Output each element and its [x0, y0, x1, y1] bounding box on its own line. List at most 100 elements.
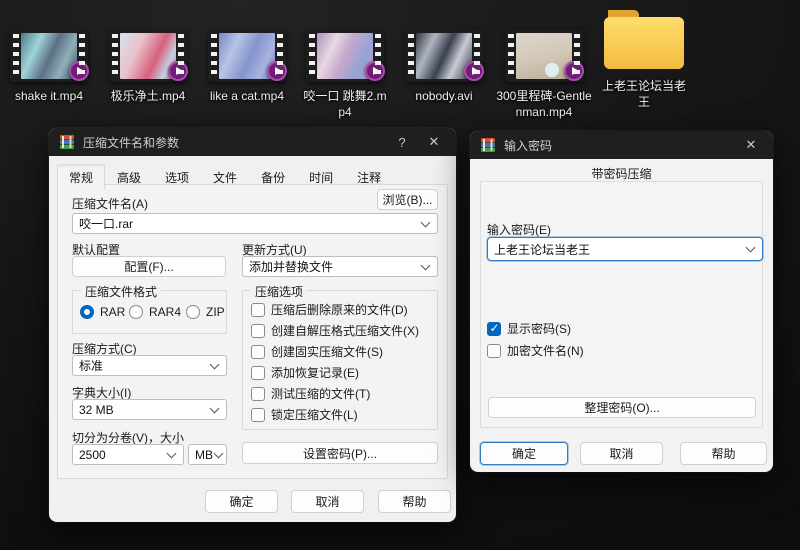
- help-button[interactable]: 帮助: [378, 490, 451, 513]
- play-badge-icon: [267, 61, 287, 81]
- tab-general[interactable]: 常规: [57, 164, 105, 189]
- close-icon[interactable]: ✕: [422, 134, 446, 150]
- checkbox-icon: [251, 387, 265, 401]
- radio-rar4[interactable]: RAR4: [129, 305, 181, 319]
- dictionary-size-value: 32 MB: [79, 403, 114, 417]
- organize-passwords-button[interactable]: 整理密码(O)...: [488, 397, 756, 418]
- desktop-file-nobody[interactable]: nobody.avi: [397, 30, 491, 105]
- checkbox-label: 压缩后删除原来的文件(D): [271, 301, 408, 318]
- video-thumbnail: [208, 30, 286, 82]
- password-dialog-titlebar[interactable]: 输入密码 ✕: [470, 131, 773, 159]
- dictionary-size-combobox[interactable]: 32 MB: [72, 399, 227, 420]
- archive-options-group: 压缩选项 压缩后删除原来的文件(D) 创建自解压格式压缩文件(X) 创建固实压缩…: [242, 290, 438, 430]
- checkbox-icon: [251, 324, 265, 338]
- checkbox-icon: [251, 303, 265, 317]
- checkbox-label: 显示密码(S): [507, 320, 571, 337]
- file-label: 极乐净土.mp4: [101, 89, 195, 105]
- ok-button[interactable]: 确定: [205, 490, 278, 513]
- checkbox-icon: [251, 366, 265, 380]
- update-mode-value: 添加并替换文件: [249, 258, 333, 275]
- split-size-combobox[interactable]: 2500: [72, 444, 184, 465]
- checkbox-delete-files[interactable]: 压缩后删除原来的文件(D): [251, 301, 408, 318]
- radio-dot-icon: [129, 305, 143, 319]
- desktop-file-like-a-cat[interactable]: like a cat.mp4: [200, 30, 294, 105]
- archive-format-group: 压缩文件格式 RAR RAR4 ZIP: [72, 290, 227, 334]
- chevron-down-icon: [421, 260, 431, 270]
- split-unit-value: MB: [195, 448, 213, 462]
- radio-rar[interactable]: RAR: [80, 305, 125, 319]
- chevron-down-icon: [746, 243, 756, 253]
- video-thumbnail: [109, 30, 187, 82]
- archive-options-legend: 压缩选项: [251, 283, 307, 300]
- archive-name-combobox[interactable]: 咬一口.rar: [72, 213, 438, 234]
- archive-dialog: 压缩文件名和参数 ? ✕ 常规 高级 选项 文件 备份 时间 注释 压缩文件名(…: [49, 128, 456, 522]
- password-input[interactable]: 上老王论坛当老王: [487, 237, 763, 261]
- update-mode-combobox[interactable]: 添加并替换文件: [242, 256, 438, 277]
- file-label: nobody.avi: [397, 89, 491, 105]
- video-thumbnail: [505, 30, 583, 82]
- archive-format-legend: 压缩文件格式: [81, 283, 161, 300]
- checkbox-icon: [487, 344, 501, 358]
- checkbox-icon: [251, 408, 265, 422]
- checkbox-show-password[interactable]: 显示密码(S): [487, 320, 571, 337]
- play-badge-icon: [69, 61, 89, 81]
- radio-rar-label: RAR: [100, 305, 125, 319]
- video-thumbnail: [306, 30, 384, 82]
- compression-method-value: 标准: [79, 357, 103, 374]
- file-label: 咬一口 跳舞2.mp4: [302, 89, 388, 120]
- checkbox-recovery-record[interactable]: 添加恢复记录(E): [251, 364, 359, 381]
- checkbox-label: 创建自解压格式压缩文件(X): [271, 322, 419, 339]
- radio-dot-icon: [80, 305, 94, 319]
- chevron-down-icon: [214, 448, 224, 458]
- password-dialog: 输入密码 ✕ 带密码压缩 输入密码(E) 上老王论坛当老王 显示密码(S) 加密…: [470, 131, 773, 472]
- desktop-file-yaoyikou[interactable]: 咬一口 跳舞2.mp4: [302, 30, 388, 120]
- folder-icon: [600, 6, 688, 72]
- compression-method-combobox[interactable]: 标准: [72, 355, 227, 376]
- ok-button[interactable]: 确定: [480, 442, 568, 465]
- password-input-label: 输入密码(E): [487, 221, 551, 238]
- desktop-file-300-milestone[interactable]: 300里程碑-Gentlenman.mp4: [494, 30, 594, 120]
- file-label: like a cat.mp4: [200, 89, 294, 105]
- cancel-button[interactable]: 取消: [580, 442, 663, 465]
- checkbox-sfx[interactable]: 创建自解压格式压缩文件(X): [251, 322, 419, 339]
- set-password-button[interactable]: 设置密码(P)...: [242, 442, 438, 464]
- radio-zip[interactable]: ZIP: [186, 305, 225, 319]
- chevron-down-icon: [210, 359, 220, 369]
- file-label: 300里程碑-Gentlenman.mp4: [494, 89, 594, 120]
- desktop-file-shake-it[interactable]: shake it.mp4: [2, 30, 96, 105]
- checkbox-checked-icon: [487, 322, 501, 336]
- video-thumbnail: [405, 30, 483, 82]
- desktop-file-jile-jingtu[interactable]: 极乐净土.mp4: [101, 30, 195, 105]
- cancel-button[interactable]: 取消: [291, 490, 364, 513]
- checkbox-icon: [251, 345, 265, 359]
- play-badge-icon: [168, 61, 188, 81]
- split-unit-combobox[interactable]: MB: [188, 444, 227, 465]
- folder-label: 上老王论坛当老王: [599, 79, 689, 110]
- radio-rar4-label: RAR4: [149, 305, 181, 319]
- checkbox-test-files[interactable]: 测试压缩的文件(T): [251, 385, 370, 402]
- password-panel: [480, 181, 763, 428]
- radio-zip-label: ZIP: [206, 305, 225, 319]
- checkbox-encrypt-filenames[interactable]: 加密文件名(N): [487, 342, 584, 359]
- checkbox-label: 测试压缩的文件(T): [271, 385, 370, 402]
- checkbox-label: 添加恢复记录(E): [271, 364, 359, 381]
- checkbox-lock-archive[interactable]: 锁定压缩文件(L): [251, 406, 358, 423]
- split-size-value: 2500: [79, 448, 106, 462]
- play-badge-icon: [464, 61, 484, 81]
- play-badge-icon: [365, 61, 385, 81]
- video-thumbnail: [10, 30, 88, 82]
- file-label: shake it.mp4: [2, 89, 96, 105]
- checkbox-solid[interactable]: 创建固实压缩文件(S): [251, 343, 383, 360]
- help-button[interactable]: ?: [390, 135, 414, 150]
- password-value: 上老王论坛当老王: [494, 241, 590, 258]
- archive-dialog-titlebar[interactable]: 压缩文件名和参数 ? ✕: [49, 128, 456, 156]
- chevron-down-icon: [167, 448, 177, 458]
- help-button[interactable]: 帮助: [680, 442, 767, 465]
- play-badge-icon: [564, 61, 584, 81]
- winrar-icon: [480, 137, 496, 153]
- browse-button[interactable]: 浏览(B)...: [377, 189, 438, 210]
- desktop-folder-laowang[interactable]: 上老王论坛当老王: [596, 6, 692, 110]
- chevron-down-icon: [421, 217, 431, 227]
- profiles-button[interactable]: 配置(F)...: [72, 256, 226, 277]
- close-icon[interactable]: ✕: [739, 137, 763, 153]
